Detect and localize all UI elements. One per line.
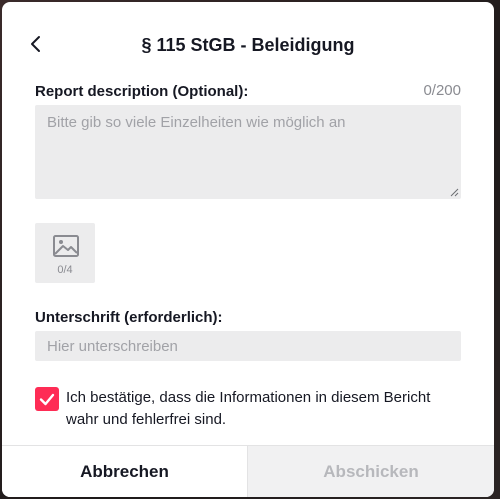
description-char-counter: 0/200	[423, 82, 461, 99]
report-dialog: § 115 StGB - Beleidigung Report descript…	[2, 2, 494, 497]
confirm-checkbox[interactable]	[35, 387, 59, 411]
description-textarea[interactable]: Bitte gib so viele Einzelheiten wie mögl…	[35, 105, 461, 199]
description-placeholder: Bitte gib so viele Einzelheiten wie mögl…	[47, 114, 346, 131]
dialog-footer: Abbrechen Abschicken	[2, 445, 494, 497]
image-upload-button[interactable]: 0/4	[35, 223, 95, 283]
submit-button[interactable]: Abschicken	[248, 446, 494, 497]
dialog-title: § 115 StGB - Beleidigung	[141, 35, 355, 55]
confirm-text: Ich bestätige, dass die Informationen in…	[66, 389, 431, 428]
signature-placeholder: Hier unterschreiben	[47, 338, 178, 355]
signature-label: Unterschrift (erforderlich):	[35, 309, 223, 326]
upload-count: 0/4	[57, 264, 73, 276]
dialog-header: § 115 StGB - Beleidigung	[2, 2, 494, 86]
back-button[interactable]	[24, 32, 48, 56]
cancel-button[interactable]: Abbrechen	[2, 446, 248, 497]
image-icon	[53, 235, 79, 257]
checkmark-icon	[39, 393, 55, 406]
description-label: Report description (Optional):	[35, 83, 249, 100]
signature-input[interactable]: Hier unterschreiben	[35, 331, 461, 361]
resize-handle-icon[interactable]	[450, 188, 459, 197]
chevron-left-icon	[31, 36, 40, 52]
